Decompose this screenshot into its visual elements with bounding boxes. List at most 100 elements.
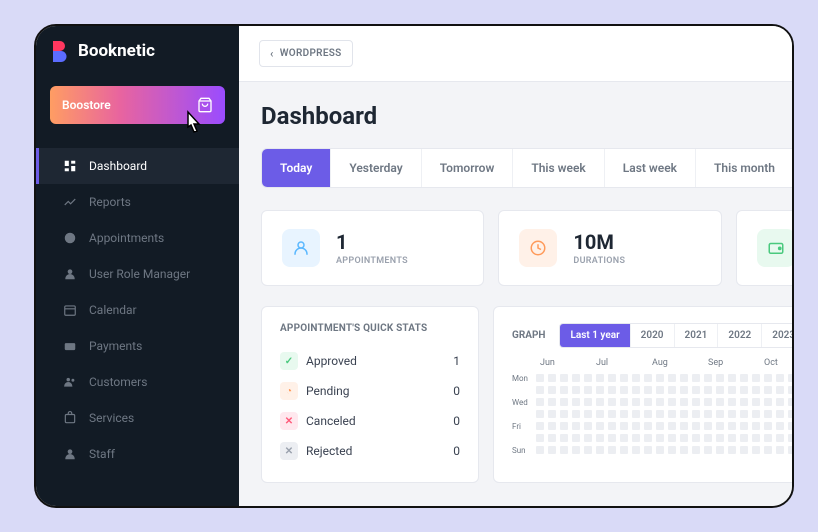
graph-cell [644,374,652,382]
graph-cell [704,446,712,454]
graph-cell [728,434,736,442]
graph-cell [584,434,592,442]
graph-range-tab[interactable]: 2021 [675,324,719,347]
graph-cell [608,398,616,406]
boostore-label: Boostore [62,98,111,112]
graph-cell [644,446,652,454]
quick-stats-title: APPOINTMENT'S QUICK STATS [280,323,460,334]
sidebar: Booknetic Boostore Dashboard Reports Appoi… [36,26,239,508]
graph-cell [536,446,544,454]
sidebar-item-calendar[interactable]: Calendar [36,292,239,328]
graph-cell [776,434,784,442]
graph-header: GRAPH Last 1 year20202021202220232024 [512,323,794,348]
sidebar-item-label: User Role Manager [89,267,190,281]
graph-cell [716,434,724,442]
quick-stat-count: 0 [453,414,460,428]
graph-cell [560,398,568,406]
graph-cell [788,386,794,394]
clock-icon [519,229,557,267]
wordpress-back-button[interactable]: ‹ WORDPRESS [259,40,353,67]
graph-day-label: Mon [512,372,528,384]
sidebar-item-label: Reports [89,195,131,209]
graph-cell [728,374,736,382]
graph-cell [740,374,748,382]
graph-cell [752,422,760,430]
graph-day-label: Sun [512,444,528,456]
graph-range-tab[interactable]: 2023 [762,324,794,347]
graph-cell [764,374,772,382]
dashboard-icon [63,159,77,173]
graph-month-label: Aug [652,358,708,368]
graph-range-tab[interactable]: Last 1 year [560,324,630,347]
graph-day-label: Wed [512,396,528,408]
graph-cell [572,374,580,382]
stat-label: DURATIONS [573,256,625,266]
graph-cell [704,398,712,406]
graph-cell [584,374,592,382]
stat-value: 1 [336,230,408,254]
graph-cell [656,446,664,454]
graph-cell [644,434,652,442]
brand-name: Booknetic [78,41,155,61]
graph-cell [584,398,592,406]
reports-icon [63,195,77,209]
date-tab[interactable]: Tomorrow [422,149,514,187]
page: Dashboard TodayYesterdayTomorrowThis wee… [239,82,794,503]
services-icon [63,411,77,425]
graph-cell [716,446,724,454]
graph-cell [716,398,724,406]
graph-cell [680,446,688,454]
graph-cell [632,434,640,442]
graph-panel: GRAPH Last 1 year20202021202220232024 Ju… [493,306,794,483]
sidebar-item-customers[interactable]: Customers [36,364,239,400]
date-tab[interactable]: Yesterday [331,149,421,187]
stat-card: $10REVENUE [736,210,794,286]
graph-cell [680,434,688,442]
date-tab[interactable]: Today [262,149,331,187]
boostore-button[interactable]: Boostore [50,86,225,124]
graph-cell [668,422,676,430]
graph-cell [764,422,772,430]
graph-cell [740,410,748,418]
graph-cell [740,446,748,454]
graph-cell [572,398,580,406]
graph-cell [692,422,700,430]
sidebar-item-reports[interactable]: Reports [36,184,239,220]
graph-cell [656,422,664,430]
graph-cell [764,446,772,454]
sidebar-item-staff[interactable]: Staff [36,436,239,472]
graph-cell [764,410,772,418]
sidebar-item-label: Services [89,411,134,425]
graph-cell [572,446,580,454]
stat-value: 10M [573,230,625,254]
quick-stat-label: Rejected [306,444,352,458]
sidebar-item-payments[interactable]: Payments [36,328,239,364]
sidebar-item-services[interactable]: Services [36,400,239,436]
quick-stat-count: 0 [453,444,460,458]
sidebar-item-user-role[interactable]: User Role Manager [36,256,239,292]
graph-cell [644,386,652,394]
graph-month-label: Jun [540,358,596,368]
graph-range-tab[interactable]: 2020 [631,324,675,347]
graph-cell [752,374,760,382]
graph-cell [572,410,580,418]
graph-cell [752,386,760,394]
date-tab[interactable]: This week [513,149,604,187]
cursor-pointer-icon [181,110,207,142]
sidebar-item-dashboard[interactable]: Dashboard [36,148,239,184]
graph-cell [728,398,736,406]
graph-cell [656,398,664,406]
graph-cell [704,374,712,382]
graph-cell [680,374,688,382]
shopping-bag-icon [197,97,213,113]
main: ‹ WORDPRESS Dashboard TodayYesterdayTomo… [239,26,794,508]
sidebar-item-appointments[interactable]: Appointments [36,220,239,256]
graph-cell [608,446,616,454]
graph-range-tab[interactable]: 2022 [718,324,762,347]
date-tab[interactable]: Last week [605,149,696,187]
graph-cell [788,410,794,418]
quick-stat-count: 1 [453,354,460,368]
date-tab[interactable]: This month [696,149,794,187]
graph-cell [536,422,544,430]
wordpress-label: WORDPRESS [280,48,342,59]
